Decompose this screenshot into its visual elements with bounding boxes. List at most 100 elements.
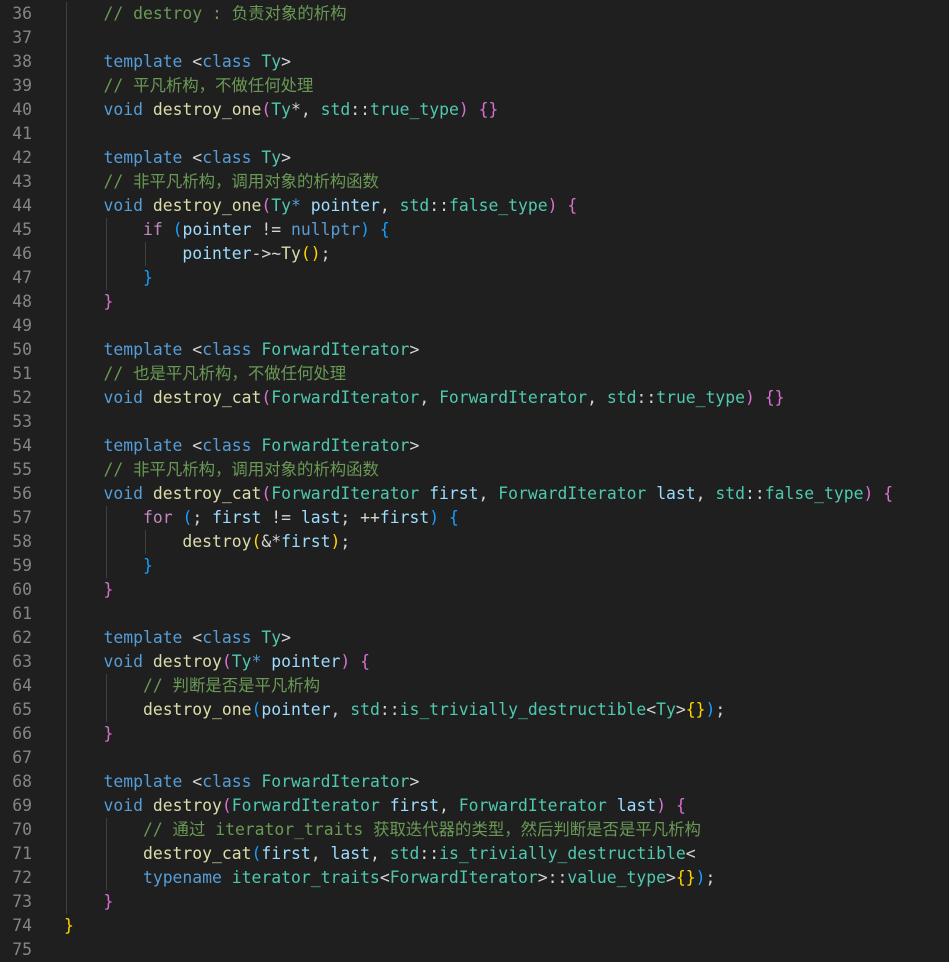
code-line[interactable]: 42 template <class Ty>	[0, 146, 949, 170]
code-token: ,	[300, 100, 321, 119]
code-token: )	[458, 100, 469, 119]
code-token: ;	[340, 532, 351, 551]
code-line[interactable]: 63 void destroy(Ty* pointer) {	[0, 650, 949, 674]
code-text: // 也是平凡析构，不做任何处理	[64, 362, 346, 386]
code-line[interactable]: 39 // 平凡析构，不做任何处理	[0, 74, 949, 98]
code-token: *	[291, 196, 301, 215]
code-line[interactable]: 36 // destroy : 负责对象的析构	[0, 2, 949, 26]
indent-guide	[66, 314, 67, 338]
line-number: 42	[12, 148, 32, 167]
code-token: pointer	[182, 220, 252, 239]
code-line[interactable]: 38 template <class Ty>	[0, 50, 949, 74]
code-line[interactable]: 73 }	[0, 890, 949, 914]
code-token: )	[745, 388, 755, 407]
code-token: ,	[695, 484, 716, 503]
code-text: // 通过 iterator_traits 获取迭代器的类型，然后判断是否是平凡…	[64, 818, 701, 842]
code-line[interactable]: 46 pointer->~Ty();	[0, 242, 949, 266]
code-line[interactable]: 70 // 通过 iterator_traits 获取迭代器的类型，然后判断是否…	[0, 818, 949, 842]
code-line[interactable]: 68 template <class ForwardIterator>	[0, 770, 949, 794]
code-line[interactable]: 72 typename iterator_traits<ForwardItera…	[0, 866, 949, 890]
code-line[interactable]: 54 template <class ForwardIterator>	[0, 434, 949, 458]
code-line[interactable]: 50 template <class ForwardIterator>	[0, 338, 949, 362]
code-token: {	[360, 652, 370, 671]
code-line[interactable]: 44 void destroy_one(Ty* pointer, std::fa…	[0, 194, 949, 218]
code-token: (	[261, 388, 272, 407]
code-token: ForwardIterator	[271, 388, 420, 407]
code-line[interactable]: 43 // 非平凡析构，调用对象的析构函数	[0, 170, 949, 194]
code-token: pointer	[310, 196, 380, 215]
code-line[interactable]: 65 destroy_one(pointer, std::is_triviall…	[0, 698, 949, 722]
code-line[interactable]: 60 }	[0, 578, 949, 602]
code-token: first	[212, 508, 262, 527]
code-line[interactable]: 40 void destroy_one(Ty*, std::true_type)…	[0, 98, 949, 122]
code-line[interactable]: 67	[0, 746, 949, 770]
code-token: last	[330, 844, 370, 863]
code-token: destroy	[152, 652, 222, 671]
code-line[interactable]: 61	[0, 602, 949, 626]
code-token: !=	[261, 508, 301, 527]
code-line[interactable]: 37	[0, 26, 949, 50]
code-line[interactable]: 49	[0, 314, 949, 338]
code-token: }	[142, 268, 153, 287]
code-line[interactable]: 69 void destroy(ForwardIterator first, F…	[0, 794, 949, 818]
code-token: &*	[261, 532, 282, 551]
code-token: <	[182, 436, 203, 455]
code-editor[interactable]: 36 // destroy : 负责对象的析构 37 38 template <cl…	[0, 0, 949, 959]
code-line[interactable]: 59 }	[0, 554, 949, 578]
code-line[interactable]: 75	[0, 938, 949, 962]
code-line[interactable]: 45 if (pointer != nullptr) {	[0, 218, 949, 242]
code-line[interactable]: 47 }	[0, 266, 949, 290]
code-token: >::	[537, 868, 568, 887]
code-token: void	[103, 484, 143, 503]
code-line[interactable]: 71 destroy_cat(first, last, std::is_triv…	[0, 842, 949, 866]
code-line[interactable]: 62 template <class Ty>	[0, 626, 949, 650]
code-line[interactable]: 58 destroy(&*first);	[0, 530, 949, 554]
code-token: destroy	[152, 796, 222, 815]
code-token: !=	[251, 220, 292, 239]
code-line[interactable]: 51 // 也是平凡析构，不做任何处理	[0, 362, 949, 386]
indent-guide	[66, 122, 67, 146]
code-token: }	[103, 892, 114, 911]
code-token: (	[172, 220, 183, 239]
code-token: )	[863, 484, 874, 503]
code-line[interactable]: 48 }	[0, 290, 949, 314]
code-line[interactable]: 64 // 判断是否是平凡析构	[0, 674, 949, 698]
code-token: ,	[379, 196, 400, 215]
line-number: 71	[12, 844, 32, 863]
code-line[interactable]: 52 void destroy_cat(ForwardIterator, For…	[0, 386, 949, 410]
code-token: (	[221, 652, 232, 671]
code-text: void destroy(ForwardIterator first, Forw…	[64, 794, 685, 818]
code-token: ,	[478, 484, 499, 503]
code-line[interactable]: 41	[0, 122, 949, 146]
code-line[interactable]: 57 for (; first != last; ++first) {	[0, 506, 949, 530]
code-text: destroy(&*first);	[64, 530, 350, 554]
line-number: 47	[12, 268, 32, 287]
line-number: 46	[12, 244, 32, 263]
code-line[interactable]: 56 void destroy_cat(ForwardIterator firs…	[0, 482, 949, 506]
code-token: void	[103, 796, 143, 815]
line-number: 40	[12, 100, 32, 119]
code-token: >	[409, 436, 420, 455]
code-token: <	[182, 52, 203, 71]
line-number: 58	[12, 532, 32, 551]
code-token: value_type	[567, 868, 667, 887]
code-line[interactable]: 55 // 非平凡析构，调用对象的析构函数	[0, 458, 949, 482]
code-token: class	[202, 148, 252, 167]
code-token: <	[182, 148, 203, 167]
code-line[interactable]: 74}	[0, 914, 949, 938]
code-line[interactable]: 66 }	[0, 722, 949, 746]
code-token: Ty	[271, 196, 292, 215]
code-line[interactable]: 53	[0, 410, 949, 434]
